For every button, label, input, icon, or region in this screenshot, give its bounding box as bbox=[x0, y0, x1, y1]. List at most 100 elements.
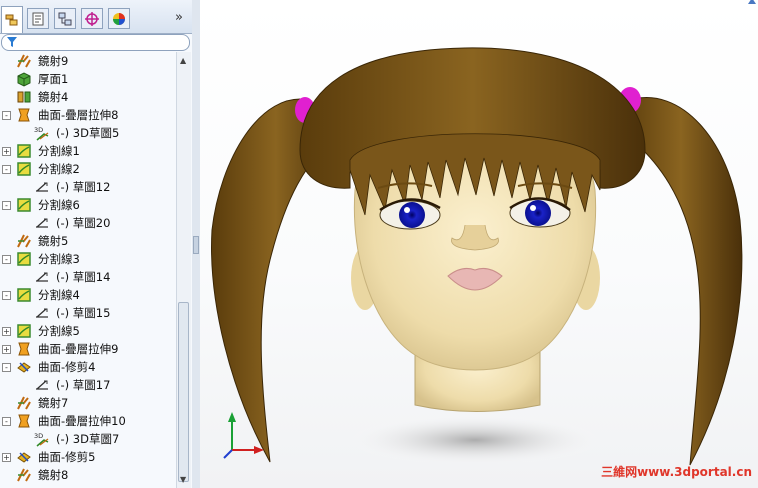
tree-item-label: (-) 草圖20 bbox=[56, 216, 111, 230]
tree-item-label: 曲面-修剪5 bbox=[38, 450, 96, 464]
tree-item[interactable]: - 分割線4 bbox=[0, 286, 176, 304]
mirror-icon bbox=[17, 396, 31, 410]
tree-item[interactable]: + 分割線5 bbox=[0, 322, 176, 340]
expand-icon[interactable]: + bbox=[2, 345, 11, 354]
sketch-icon bbox=[36, 380, 48, 390]
collapse-icon[interactable]: - bbox=[2, 111, 11, 120]
sketch-icon bbox=[36, 308, 48, 318]
split-line-icon bbox=[17, 324, 31, 338]
property-manager-tab[interactable] bbox=[27, 8, 49, 29]
tree-item-label: 鏡射7 bbox=[38, 396, 69, 410]
tree-item[interactable]: (-) 草圖17 bbox=[0, 376, 176, 394]
collapse-panel-handle[interactable] bbox=[193, 236, 199, 254]
tree-item[interactable]: 鏡射5 bbox=[0, 232, 176, 250]
surface-loft-icon bbox=[18, 342, 30, 356]
split-line-icon bbox=[17, 162, 31, 176]
split-line-icon bbox=[17, 288, 31, 302]
mirror-icon bbox=[17, 468, 31, 482]
tree-item[interactable]: - 分割線3 bbox=[0, 250, 176, 268]
tree-item[interactable]: - 曲面-修剪4 bbox=[0, 358, 176, 376]
tree-item-label: (-) 草圖14 bbox=[56, 270, 111, 284]
expand-icon[interactable]: + bbox=[2, 327, 11, 336]
sketch-icon bbox=[36, 272, 48, 282]
tree-item-label: 鏡射9 bbox=[38, 54, 69, 68]
tree-item[interactable]: - 曲面-疊層拉伸10 bbox=[0, 412, 176, 430]
tree-item[interactable]: (-) 草圖12 bbox=[0, 178, 176, 196]
tree-item[interactable]: + 曲面-修剪5 bbox=[0, 448, 176, 466]
tree-item-label: 曲面-疊層拉伸8 bbox=[38, 108, 119, 122]
doll-head-model bbox=[211, 47, 743, 466]
tree-item[interactable]: 鏡射4 bbox=[0, 88, 176, 106]
manager-tabs: » bbox=[0, 0, 192, 34]
mirror-icon bbox=[17, 54, 31, 68]
sketch-icon bbox=[36, 182, 48, 192]
tree-item-label: 分割線6 bbox=[38, 198, 80, 212]
panel-splitter[interactable] bbox=[192, 0, 200, 488]
collapse-icon[interactable]: - bbox=[2, 363, 11, 372]
feature-manager-panel: » 鏡射9 厚面1 鏡射4 - 曲面-疊層拉伸8 3D (-) 3D草圖5 + 分割線1 - 分割線… bbox=[0, 0, 193, 488]
tree-item[interactable]: 鏡射9 bbox=[0, 52, 176, 70]
scroll-thumb[interactable] bbox=[178, 302, 189, 482]
tree-item[interactable]: 鏡射8 bbox=[0, 466, 176, 484]
expand-icon[interactable]: + bbox=[2, 453, 11, 462]
feature-manager-tab[interactable] bbox=[1, 6, 23, 33]
3d-sketch-icon: 3D bbox=[34, 126, 49, 141]
tree-item-label: 曲面-疊層拉伸9 bbox=[38, 342, 119, 356]
color-wheel-icon bbox=[113, 12, 125, 25]
tree-item-label: 分割線2 bbox=[38, 162, 80, 176]
tree-item-label: (-) 3D草圖5 bbox=[56, 126, 120, 140]
collapse-icon[interactable]: - bbox=[2, 291, 11, 300]
3d-sketch-icon: 3D bbox=[34, 432, 49, 447]
mirror-icon bbox=[17, 234, 31, 248]
tree-item[interactable]: (-) 草圖14 bbox=[0, 268, 176, 286]
tree-item-label: 鏡射8 bbox=[38, 468, 69, 482]
tree-item[interactable]: 3D (-) 3D草圖5 bbox=[0, 124, 176, 142]
model-shadow bbox=[345, 414, 605, 466]
configuration-icon bbox=[58, 12, 72, 25]
property-manager-icon bbox=[32, 12, 44, 25]
tree-item[interactable]: - 分割線2 bbox=[0, 160, 176, 178]
graphics-area[interactable]: 三維网www.3dportal.cn bbox=[200, 0, 758, 488]
tree-item[interactable]: (-) 草圖20 bbox=[0, 214, 176, 232]
tree-item-label: 分割線3 bbox=[38, 252, 80, 266]
expand-icon[interactable]: + bbox=[2, 147, 11, 156]
mirror-body-icon bbox=[17, 91, 31, 103]
configuration-manager-tab[interactable] bbox=[54, 8, 76, 29]
left-eye bbox=[399, 202, 425, 228]
tree-item[interactable]: + 曲面-疊層拉伸9 bbox=[0, 340, 176, 358]
tree-item[interactable]: 鏡射7 bbox=[0, 394, 176, 412]
collapse-icon[interactable]: - bbox=[2, 165, 11, 174]
collapse-icon[interactable]: - bbox=[2, 417, 11, 426]
tree-item[interactable]: - 曲面-疊層拉伸8 bbox=[0, 106, 176, 124]
collapse-icon[interactable]: - bbox=[2, 255, 11, 264]
collapse-icon[interactable]: - bbox=[2, 201, 11, 210]
split-line-icon bbox=[17, 144, 31, 158]
split-line-icon bbox=[17, 252, 31, 266]
scroll-down-icon[interactable]: ▼ bbox=[180, 475, 186, 484]
tree-item-label: 鏡射5 bbox=[38, 234, 69, 248]
surface-loft-icon bbox=[18, 414, 30, 428]
vertical-scrollbar[interactable]: ▲ ▼ bbox=[176, 52, 191, 488]
tree-item-label: 分割線5 bbox=[38, 324, 80, 338]
svg-text:3D: 3D bbox=[34, 126, 43, 134]
right-eye bbox=[525, 200, 551, 226]
tree-item[interactable]: + 分割線1 bbox=[0, 142, 176, 160]
scroll-up-icon[interactable]: ▲ bbox=[180, 56, 186, 65]
tree-item-label: 分割線1 bbox=[38, 144, 80, 158]
tree-item[interactable]: 厚面1 bbox=[0, 70, 176, 88]
tree-item-label: 曲面-修剪4 bbox=[38, 360, 96, 374]
tree-item[interactable]: 3D (-) 3D草圖7 bbox=[0, 430, 176, 448]
more-tabs-button[interactable]: » bbox=[175, 10, 183, 25]
crosshair-icon bbox=[85, 11, 99, 26]
tree-item-label: (-) 草圖17 bbox=[56, 378, 111, 392]
tree-item-label: (-) 草圖15 bbox=[56, 306, 111, 320]
tree-item[interactable]: (-) 草圖15 bbox=[0, 304, 176, 322]
surface-trim-icon bbox=[17, 362, 31, 373]
watermark: 三維网www.3dportal.cn bbox=[601, 465, 752, 479]
filter-field[interactable] bbox=[1, 34, 190, 51]
right-eye-highlight bbox=[530, 205, 536, 211]
tree-item[interactable]: - 分割線6 bbox=[0, 196, 176, 214]
feature-tree-icon bbox=[5, 14, 18, 26]
dimxpert-manager-tab[interactable] bbox=[81, 8, 103, 29]
display-manager-tab[interactable] bbox=[108, 8, 130, 29]
